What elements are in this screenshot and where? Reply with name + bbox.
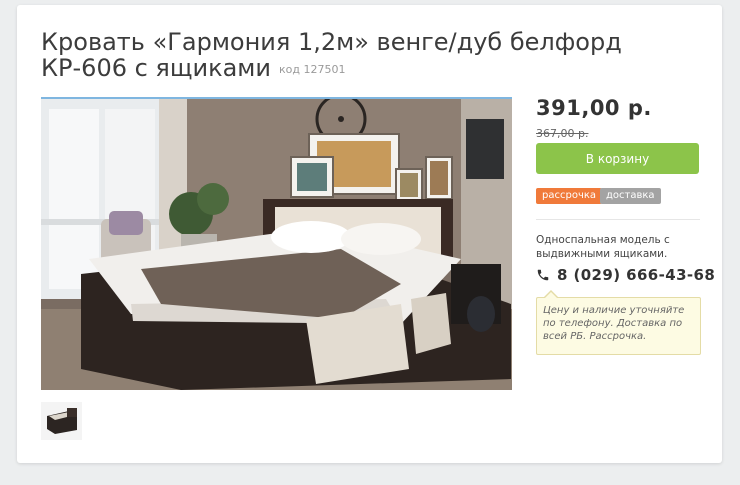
- delivery-badge[interactable]: доставка: [600, 188, 661, 204]
- info-note: Цену и наличие уточняйте по телефону. До…: [536, 297, 701, 355]
- bed-thumbnail-illustration: [41, 402, 82, 440]
- note-pointer-inner: [545, 292, 557, 298]
- product-code: код 127501: [278, 63, 346, 76]
- phone-number[interactable]: 8 (029) 666-43-68: [557, 266, 715, 284]
- product-title: Кровать «Гармония 1,2м» венге/дуб белфор…: [41, 29, 711, 83]
- product-old-price: 367,00 р.: [536, 127, 589, 140]
- divider: [536, 219, 700, 220]
- product-description: Односпальная модель с выдвижными ящиками…: [536, 234, 670, 260]
- bedroom-photo-illustration: [41, 99, 512, 390]
- phone-icon: [537, 269, 549, 281]
- product-photo[interactable]: [41, 97, 512, 390]
- contact-phone[interactable]: 8 (029) 666-43-68: [536, 266, 715, 284]
- product-thumbnail[interactable]: [41, 402, 82, 440]
- add-to-cart-button[interactable]: В корзину: [536, 143, 699, 174]
- installment-badge[interactable]: рассрочка: [536, 188, 603, 204]
- product-price: 391,00 р.: [536, 96, 652, 120]
